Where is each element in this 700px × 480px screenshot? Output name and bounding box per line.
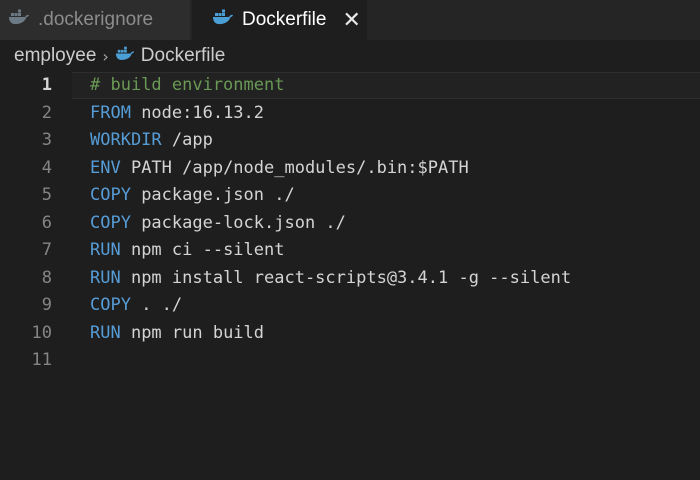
line-number: 6 xyxy=(41,212,52,233)
code-text: # build environment xyxy=(90,72,284,100)
breadcrumb-folder[interactable]: employee xyxy=(14,45,96,67)
instruction-args: /app xyxy=(161,130,213,150)
tab-dockerfile[interactable]: Dockerfile ✕ xyxy=(192,0,367,40)
instruction-keyword: WORKDIR xyxy=(90,130,162,150)
code-text: COPY package.json ./ xyxy=(90,182,295,210)
line-number: 4 xyxy=(41,157,52,178)
tab-label: Dockerfile xyxy=(242,9,327,30)
code-text: RUN npm ci --silent xyxy=(90,237,284,265)
line-number: 5 xyxy=(41,185,52,205)
tab-dockerignore[interactable]: .dockerignore xyxy=(0,0,190,40)
code-text: RUN npm run build xyxy=(90,320,264,348)
line-number: 7 xyxy=(41,240,52,260)
code-text: FROM node:16.13.2 xyxy=(90,100,264,128)
instruction-keyword: RUN xyxy=(90,267,121,288)
instruction-args: package-lock.json ./ xyxy=(130,212,346,233)
instruction-keyword: RUN xyxy=(90,240,121,260)
tab-label: .dockerignore xyxy=(38,9,154,30)
tab-bar: .dockerignore Dockerfile ✕ xyxy=(0,0,700,40)
code-text: COPY package-lock.json ./ xyxy=(90,210,346,238)
instruction-args: npm ci --silent xyxy=(120,240,285,260)
code-line[interactable]: 10 RUN npm run build xyxy=(0,320,700,348)
breadcrumb: employee › Dockerfile xyxy=(0,40,700,72)
editor-window: .dockerignore Dockerfile ✕ employee › Do… xyxy=(0,0,700,480)
code-line[interactable]: 5 COPY package.json ./ xyxy=(0,182,700,210)
line-number: 1 xyxy=(41,75,52,95)
code-text: WORKDIR /app xyxy=(90,127,213,155)
code-line[interactable]: 4 ENV PATH /app/node_modules/.bin:$PATH xyxy=(0,155,700,183)
instruction-keyword: RUN xyxy=(90,322,121,343)
instruction-args: npm install react-scripts@3.4.1 -g --sil… xyxy=(120,267,572,288)
chevron-right-icon: › xyxy=(102,46,109,66)
instruction-args: npm run build xyxy=(120,322,265,343)
line-number: 10 xyxy=(31,322,52,343)
instruction-args: PATH /app/node_modules/.bin:$PATH xyxy=(120,157,469,178)
instruction-keyword: FROM xyxy=(90,102,131,123)
line-number: 9 xyxy=(41,295,52,315)
instruction-keyword: COPY xyxy=(90,295,131,315)
line-number: 11 xyxy=(31,350,52,370)
instruction-args: node:16.13.2 xyxy=(130,102,265,123)
instruction-keyword: COPY xyxy=(90,212,131,233)
comment-text: # build environment xyxy=(90,75,285,95)
code-text: ENV PATH /app/node_modules/.bin:$PATH xyxy=(90,155,469,183)
code-line[interactable]: 11 xyxy=(0,347,700,375)
docker-whale-icon xyxy=(8,9,30,31)
code-line[interactable]: 2 FROM node:16.13.2 xyxy=(0,100,700,128)
code-line[interactable]: 7 RUN npm ci --silent xyxy=(0,237,700,265)
code-line[interactable]: 8 RUN npm install react-scripts@3.4.1 -g … xyxy=(0,265,700,293)
code-text: RUN npm install react-scripts@3.4.1 -g -… xyxy=(90,265,571,293)
line-number: 8 xyxy=(41,267,52,288)
code-line[interactable]: 3 WORKDIR /app xyxy=(0,127,700,155)
code-line[interactable]: 6 COPY package-lock.json ./ xyxy=(0,210,700,238)
code-editor[interactable]: 1 # build environment 2 FROM node:16.13.2 3 W… xyxy=(0,72,700,375)
code-text: COPY . ./ xyxy=(90,292,182,320)
close-icon[interactable]: ✕ xyxy=(342,8,360,33)
line-number: 3 xyxy=(41,130,52,150)
instruction-args: . ./ xyxy=(130,295,183,315)
code-line[interactable]: 1 # build environment xyxy=(0,72,700,100)
line-number: 2 xyxy=(41,102,52,123)
code-line[interactable]: 9 COPY . ./ xyxy=(0,292,700,320)
docker-whale-icon xyxy=(115,45,135,67)
instruction-args: package.json ./ xyxy=(130,185,295,205)
instruction-keyword: ENV xyxy=(90,157,121,178)
instruction-keyword: COPY xyxy=(90,185,131,205)
docker-whale-icon xyxy=(212,9,234,31)
breadcrumb-file[interactable]: Dockerfile xyxy=(141,45,225,67)
